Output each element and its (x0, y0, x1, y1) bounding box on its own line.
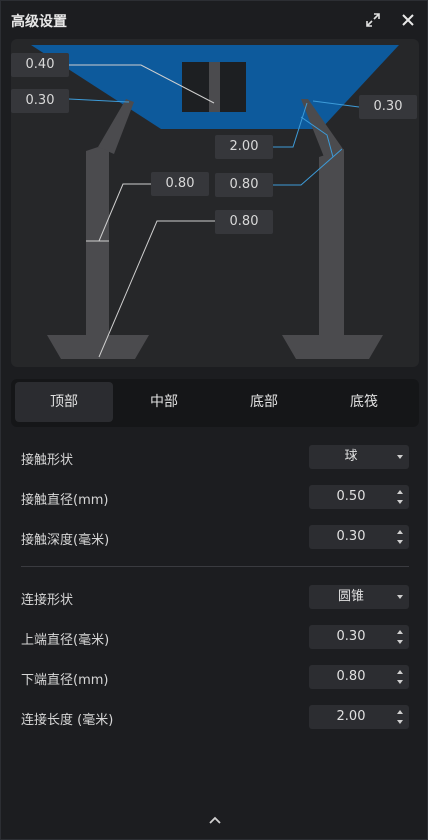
preview-value-length: 2.00 (215, 135, 273, 159)
preview-value-mid-right: 0.80 (215, 173, 273, 197)
section-divider (21, 566, 409, 567)
close-icon[interactable] (398, 10, 418, 30)
contact-diameter-label: 接触直径(mm) (21, 493, 109, 508)
lower-diameter-label: 下端直径(mm) (21, 673, 109, 688)
tab-middle[interactable]: 中部 (115, 382, 213, 422)
connect-shape-select[interactable]: 圆锥 (309, 585, 409, 609)
increment-icon[interactable] (397, 490, 403, 494)
increment-icon[interactable] (397, 630, 403, 634)
depth-pin (209, 62, 220, 112)
preview-value-right-diameter: 0.30 (359, 95, 417, 119)
contact-shape-value: 球 (344, 449, 358, 464)
upper-diameter-stepper[interactable] (393, 625, 409, 649)
connect-shape-label: 连接形状 (21, 593, 74, 608)
lower-diameter-stepper[interactable] (393, 665, 409, 689)
connect-length-label: 连接长度 (毫米) (21, 713, 114, 728)
section-tabs: 顶部 中部 底部 底筏 (11, 379, 419, 427)
left-column (86, 151, 109, 335)
connect-length-value: 2.00 (336, 709, 366, 724)
advanced-settings-panel: 高级设置 0.40 0.30 0.30 2.00 0.80 0.80 0.80 … (0, 0, 428, 840)
preview-value-left-diameter: 0.30 (11, 89, 69, 113)
left-base (47, 335, 149, 359)
expand-icon[interactable] (363, 10, 383, 30)
tab-top[interactable]: 顶部 (15, 382, 113, 422)
contact-diameter-stepper[interactable] (393, 485, 409, 509)
window-title: 高级设置 (11, 14, 67, 30)
left-upper-strut (98, 99, 134, 154)
chevron-up-icon (209, 816, 221, 824)
decrement-icon[interactable] (397, 720, 403, 724)
decrement-icon[interactable] (397, 640, 403, 644)
increment-icon[interactable] (397, 710, 403, 714)
chevron-down-icon (397, 455, 403, 459)
increment-icon[interactable] (397, 530, 403, 534)
contact-depth-label: 接触深度(毫米) (21, 533, 110, 548)
increment-icon[interactable] (397, 670, 403, 674)
contact-depth-stepper[interactable] (393, 525, 409, 549)
connect-shape-value: 圆锥 (337, 589, 364, 604)
lower-diameter-input[interactable]: 0.80 (309, 665, 409, 689)
title-bar: 高级设置 (1, 1, 427, 39)
chevron-down-icon (397, 595, 403, 599)
decrement-icon[interactable] (397, 500, 403, 504)
decrement-icon[interactable] (397, 680, 403, 684)
upper-diameter-value: 0.30 (336, 629, 366, 644)
preview-value-mid-left: 0.80 (151, 172, 209, 196)
tab-raft[interactable]: 底筏 (315, 382, 413, 422)
contact-shape-select[interactable]: 球 (309, 445, 409, 469)
connect-length-input[interactable]: 2.00 (309, 705, 409, 729)
tab-bottom[interactable]: 底部 (215, 382, 313, 422)
contact-diameter-value: 0.50 (336, 489, 366, 504)
contact-diameter-input[interactable]: 0.50 (309, 485, 409, 509)
preview-value-bottom-diameter: 0.80 (215, 210, 273, 234)
lower-diameter-value: 0.80 (336, 669, 366, 684)
support-diagram (31, 45, 399, 359)
upper-diameter-label: 上端直径(毫米) (21, 633, 110, 648)
contact-depth-value: 0.30 (336, 529, 366, 544)
right-base (282, 335, 383, 359)
support-preview: 0.40 0.30 0.30 2.00 0.80 0.80 0.80 (11, 39, 419, 367)
decrement-icon[interactable] (397, 540, 403, 544)
collapse-button[interactable] (205, 813, 225, 829)
connect-length-stepper[interactable] (393, 705, 409, 729)
right-column (319, 149, 344, 335)
preview-value-top-depth: 0.40 (11, 53, 69, 77)
contact-depth-input[interactable]: 0.30 (309, 525, 409, 549)
upper-diameter-input[interactable]: 0.30 (309, 625, 409, 649)
contact-shape-label: 接触形状 (21, 453, 74, 468)
